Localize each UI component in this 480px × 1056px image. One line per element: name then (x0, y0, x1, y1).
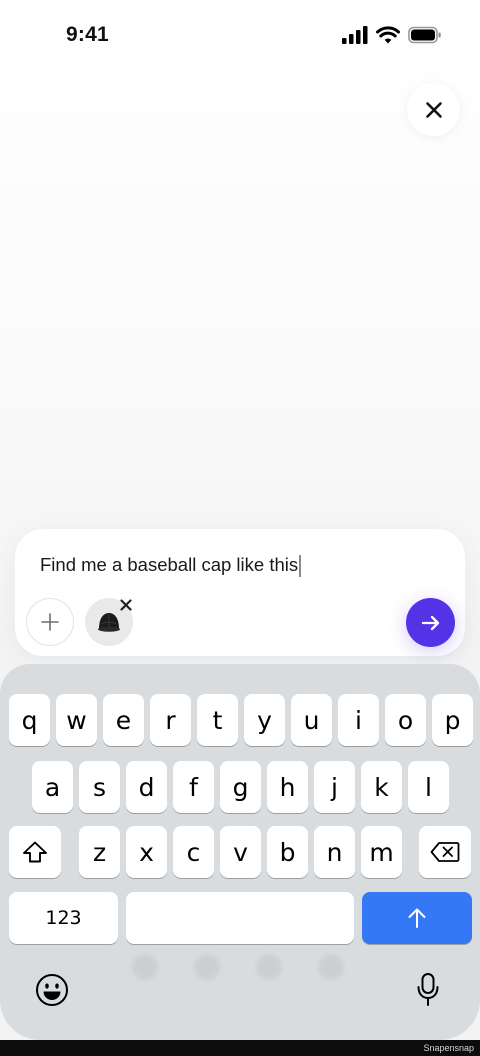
key-x[interactable]: x (126, 826, 167, 878)
remove-attachment-button[interactable] (118, 597, 134, 613)
prompt-text: Find me a baseball cap like this (40, 554, 299, 575)
blurred-suggestion (318, 954, 344, 980)
prompt-composer: Find me a baseball cap like this (15, 529, 465, 656)
key-d[interactable]: d (126, 761, 167, 813)
key-z[interactable]: z (79, 826, 120, 878)
status-time: 9:41 (66, 23, 109, 46)
close-icon (425, 101, 442, 118)
blurred-suggestion (132, 954, 158, 980)
baseball-cap-icon (98, 613, 120, 632)
key-e[interactable]: e (103, 694, 144, 746)
cellular-signal-icon (342, 26, 368, 44)
prompt-input[interactable]: Find me a baseball cap like this (40, 554, 301, 578)
key-a[interactable]: a (32, 761, 73, 813)
bottom-strip (0, 1040, 480, 1056)
key-k[interactable]: k (361, 761, 402, 813)
key-y[interactable]: y (244, 694, 285, 746)
delete-key[interactable] (419, 826, 471, 878)
emoji-button[interactable] (32, 970, 72, 1010)
blurred-suggestion (256, 954, 282, 980)
key-i[interactable]: i (338, 694, 379, 746)
blurred-suggestion (194, 954, 220, 980)
dictation-button[interactable] (408, 970, 448, 1010)
plus-icon (41, 613, 59, 631)
key-g[interactable]: g (220, 761, 261, 813)
microphone-icon (417, 973, 439, 1006)
status-bar: 9:41 (0, 0, 480, 70)
shift-key[interactable] (9, 826, 61, 878)
text-caret (299, 555, 301, 578)
arrow-right-icon (421, 615, 439, 630)
close-icon (120, 599, 132, 611)
key-w[interactable]: w (56, 694, 97, 746)
key-c[interactable]: c (173, 826, 214, 878)
battery-icon (408, 26, 441, 44)
key-b[interactable]: b (267, 826, 308, 878)
watermark: Snapensnap (423, 1043, 474, 1053)
numbers-key[interactable]: 123 (9, 892, 118, 944)
shift-icon (23, 841, 47, 863)
key-v[interactable]: v (220, 826, 261, 878)
keyboard: q w e r t y u i o p a s d f g h j k l z … (0, 664, 480, 1040)
backspace-icon (430, 842, 460, 862)
return-key[interactable] (362, 892, 472, 944)
add-attachment-button[interactable] (26, 598, 74, 646)
arrow-up-icon (408, 908, 426, 928)
key-u[interactable]: u (291, 694, 332, 746)
key-p[interactable]: p (432, 694, 473, 746)
emoji-icon (36, 974, 68, 1006)
key-h[interactable]: h (267, 761, 308, 813)
key-m[interactable]: m (361, 826, 402, 878)
key-r[interactable]: r (150, 694, 191, 746)
send-button[interactable] (406, 598, 455, 647)
key-j[interactable]: j (314, 761, 355, 813)
wifi-icon (376, 26, 400, 44)
key-f[interactable]: f (173, 761, 214, 813)
status-icons (342, 26, 442, 44)
key-s[interactable]: s (79, 761, 120, 813)
key-n[interactable]: n (314, 826, 355, 878)
key-l[interactable]: l (408, 761, 449, 813)
space-key[interactable] (126, 892, 354, 944)
key-o[interactable]: o (385, 694, 426, 746)
key-t[interactable]: t (197, 694, 238, 746)
close-button[interactable] (407, 83, 460, 136)
key-q[interactable]: q (9, 694, 50, 746)
